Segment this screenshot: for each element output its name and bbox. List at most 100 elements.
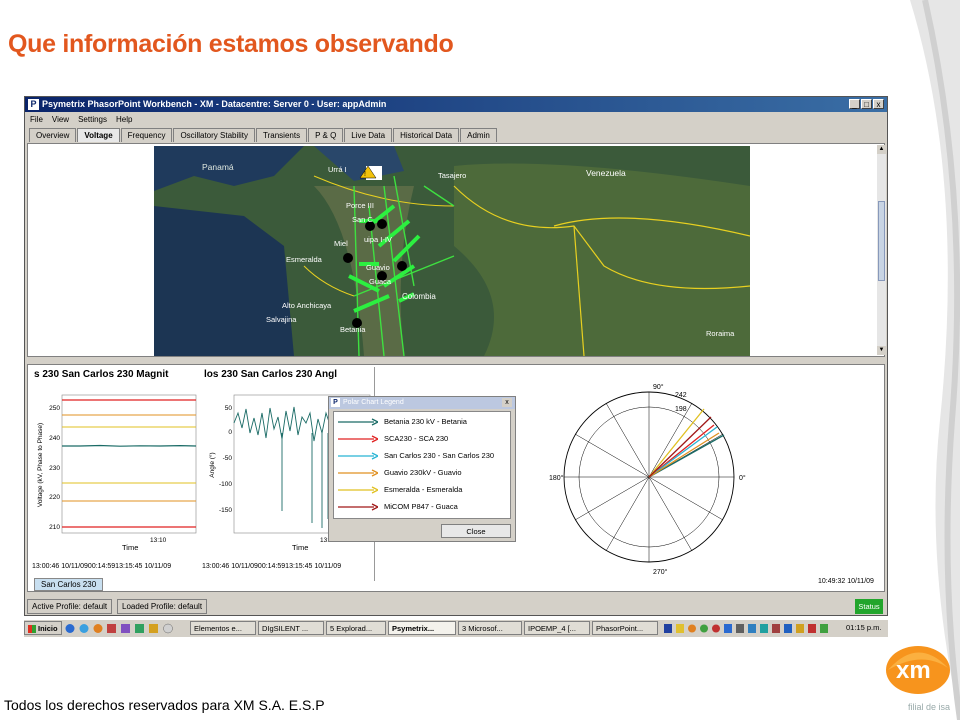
svg-text:Alto Anchicaya: Alto Anchicaya: [282, 301, 332, 310]
tray-icon-strip: [664, 624, 828, 633]
os-taskbar: Inicio Elementos e... DIgSILENT ... 5 Ex…: [24, 619, 888, 637]
tagline: filial de isa: [907, 702, 950, 712]
legend-close-icon[interactable]: x: [502, 398, 512, 407]
main-tabs: Overview Voltage Frequency Oscillatory S…: [29, 128, 498, 142]
svg-text:198: 198: [675, 406, 687, 413]
legend-list: Betania 230 kV - Betania SCA230 - SCA 23…: [333, 411, 511, 519]
svg-text:240: 240: [49, 435, 60, 442]
svg-text:270°: 270°: [653, 568, 668, 576]
taskbar-item[interactable]: Elementos e...: [190, 621, 256, 635]
scroll-down-icon[interactable]: ▼: [877, 346, 886, 355]
tab-san-carlos-230[interactable]: San Carlos 230: [34, 578, 104, 591]
legend-arrow-icon: [338, 435, 380, 443]
legend-item: Guavio 230kV - Guavio: [338, 467, 462, 479]
active-profile-label: Active Profile: default: [27, 599, 113, 614]
time-series-charts: 250 240 230 220 210 Voltage (kV, Phase t…: [37, 394, 371, 552]
svg-text:xm: xm: [896, 657, 931, 684]
map-panel: ! Panamá Urrá I Tasajero Venezuela Porce…: [27, 143, 886, 357]
legend-item: MiCOM P847 - Guaca: [338, 501, 458, 513]
menu-bar: File View Settings Help: [25, 113, 887, 126]
svg-text:Guaca: Guaca: [369, 277, 392, 286]
taskbar-item-active[interactable]: Psymetrix...: [388, 621, 456, 635]
legend-arrow-icon: [338, 418, 380, 426]
tab-frequency[interactable]: Frequency: [120, 128, 173, 142]
satellite-map[interactable]: ! Panamá Urrá I Tasajero Venezuela Porce…: [154, 146, 750, 356]
tab-overview[interactable]: Overview: [29, 128, 77, 142]
svg-text:Tasajero: Tasajero: [438, 171, 466, 180]
svg-text:Angle (°): Angle (°): [208, 452, 216, 477]
tab-voltage[interactable]: Voltage: [77, 128, 120, 142]
legend-item: Betania 230 kV - Betania: [338, 416, 467, 428]
tab-historical-data[interactable]: Historical Data: [393, 128, 460, 142]
status-button[interactable]: Status: [855, 599, 883, 614]
polar-timestamp: 10:49:32 10/11/09: [818, 578, 874, 585]
svg-text:Venezuela: Venezuela: [586, 168, 626, 178]
taskbar-item[interactable]: PhasorPoint...: [592, 621, 658, 635]
svg-text:Esmeralda: Esmeralda: [286, 255, 323, 264]
slide-footer: Todos los derechos reservados para XM S.…: [4, 697, 325, 713]
window-titlebar[interactable]: P Psymetrix PhasorPoint Workbench - XM - …: [25, 97, 887, 112]
svg-text:Guavio: Guavio: [366, 263, 390, 272]
legend-close-button[interactable]: Close: [441, 524, 511, 538]
minimize-button[interactable]: _: [849, 99, 860, 109]
legend-item: Esmeralda - Esmeralda: [338, 484, 462, 496]
menu-file[interactable]: File: [30, 115, 43, 124]
window-title: Psymetrix PhasorPoint Workbench - XM - D…: [42, 99, 387, 109]
svg-text:-50: -50: [223, 455, 233, 462]
loaded-profile-label: Loaded Profile: default: [117, 599, 208, 614]
legend-titlebar[interactable]: P Polar Chart Legend x: [329, 397, 515, 409]
scroll-thumb[interactable]: [878, 201, 885, 281]
maximize-button[interactable]: □: [861, 99, 872, 109]
close-button[interactable]: x: [873, 99, 884, 109]
scroll-up-icon[interactable]: ▲: [877, 145, 886, 154]
tab-admin[interactable]: Admin: [460, 128, 497, 142]
tab-p-q[interactable]: P & Q: [308, 128, 344, 142]
legend-arrow-icon: [338, 452, 380, 460]
menu-help[interactable]: Help: [116, 115, 132, 124]
taskbar-item[interactable]: DIgSILENT ...: [258, 621, 324, 635]
taskbar-item[interactable]: IPOEMP_4 [...: [524, 621, 590, 635]
svg-text:13:10: 13:10: [150, 537, 167, 544]
quick-launch-icons[interactable]: [64, 622, 188, 635]
polar-legend-window[interactable]: P Polar Chart Legend x Betania 230 kV - B…: [328, 396, 516, 542]
svg-text:Porce III: Porce III: [346, 201, 374, 210]
tab-oscillatory-stability[interactable]: Oscillatory Stability: [173, 128, 256, 142]
svg-text:Time: Time: [122, 543, 138, 552]
svg-text:220: 220: [49, 494, 60, 501]
svg-text:uipa I-IV: uipa I-IV: [364, 235, 392, 244]
legend-arrow-icon: [338, 469, 380, 477]
svg-text:Betania: Betania: [340, 325, 366, 334]
legend-arrow-icon: [338, 503, 380, 511]
taskbar-item[interactable]: 3 Microsof...: [458, 621, 522, 635]
svg-text:Roraima: Roraima: [706, 329, 735, 338]
svg-text:230: 230: [49, 465, 60, 472]
svg-text:50: 50: [225, 405, 233, 412]
svg-text:0: 0: [228, 429, 232, 436]
polar-chart: 90° 180° 0° 270° 242 198: [549, 383, 746, 576]
system-tray-icons[interactable]: [662, 622, 842, 635]
menu-settings[interactable]: Settings: [78, 115, 107, 124]
time-series-area: s 230 San Carlos 230 Magnit los 230 San …: [30, 367, 375, 591]
svg-text:Miel: Miel: [334, 239, 348, 248]
quick-launch-icon-strip: [65, 623, 173, 634]
svg-text:0°: 0°: [739, 474, 746, 482]
status-bar: Active Profile: default Loaded Profile: …: [25, 597, 887, 615]
svg-text:!: !: [364, 171, 366, 178]
menu-view[interactable]: View: [52, 115, 69, 124]
legend-title: Polar Chart Legend: [343, 399, 404, 406]
svg-text:90°: 90°: [653, 383, 664, 391]
windows-logo-icon: [28, 625, 36, 634]
slide-title: Que información estamos observando: [8, 30, 454, 58]
svg-text:Urrá I: Urrá I: [328, 165, 347, 174]
map-vertical-scrollbar[interactable]: ▲ ▼: [877, 145, 886, 355]
taskbar-item[interactable]: 5 Explorad...: [326, 621, 386, 635]
svg-text:-100: -100: [219, 481, 232, 488]
svg-text:Salvajina: Salvajina: [266, 315, 297, 324]
tab-transients[interactable]: Transients: [256, 128, 308, 142]
magnitude-chart-title: s 230 San Carlos 230 Magnit: [34, 369, 169, 380]
tab-live-data[interactable]: Live Data: [344, 128, 393, 142]
start-button[interactable]: Inicio: [24, 621, 62, 635]
svg-text:Voltage (kV, Phase to Phase): Voltage (kV, Phase to Phase): [37, 423, 44, 507]
svg-text:Time: Time: [292, 543, 308, 552]
svg-text:Colombia: Colombia: [402, 292, 436, 301]
